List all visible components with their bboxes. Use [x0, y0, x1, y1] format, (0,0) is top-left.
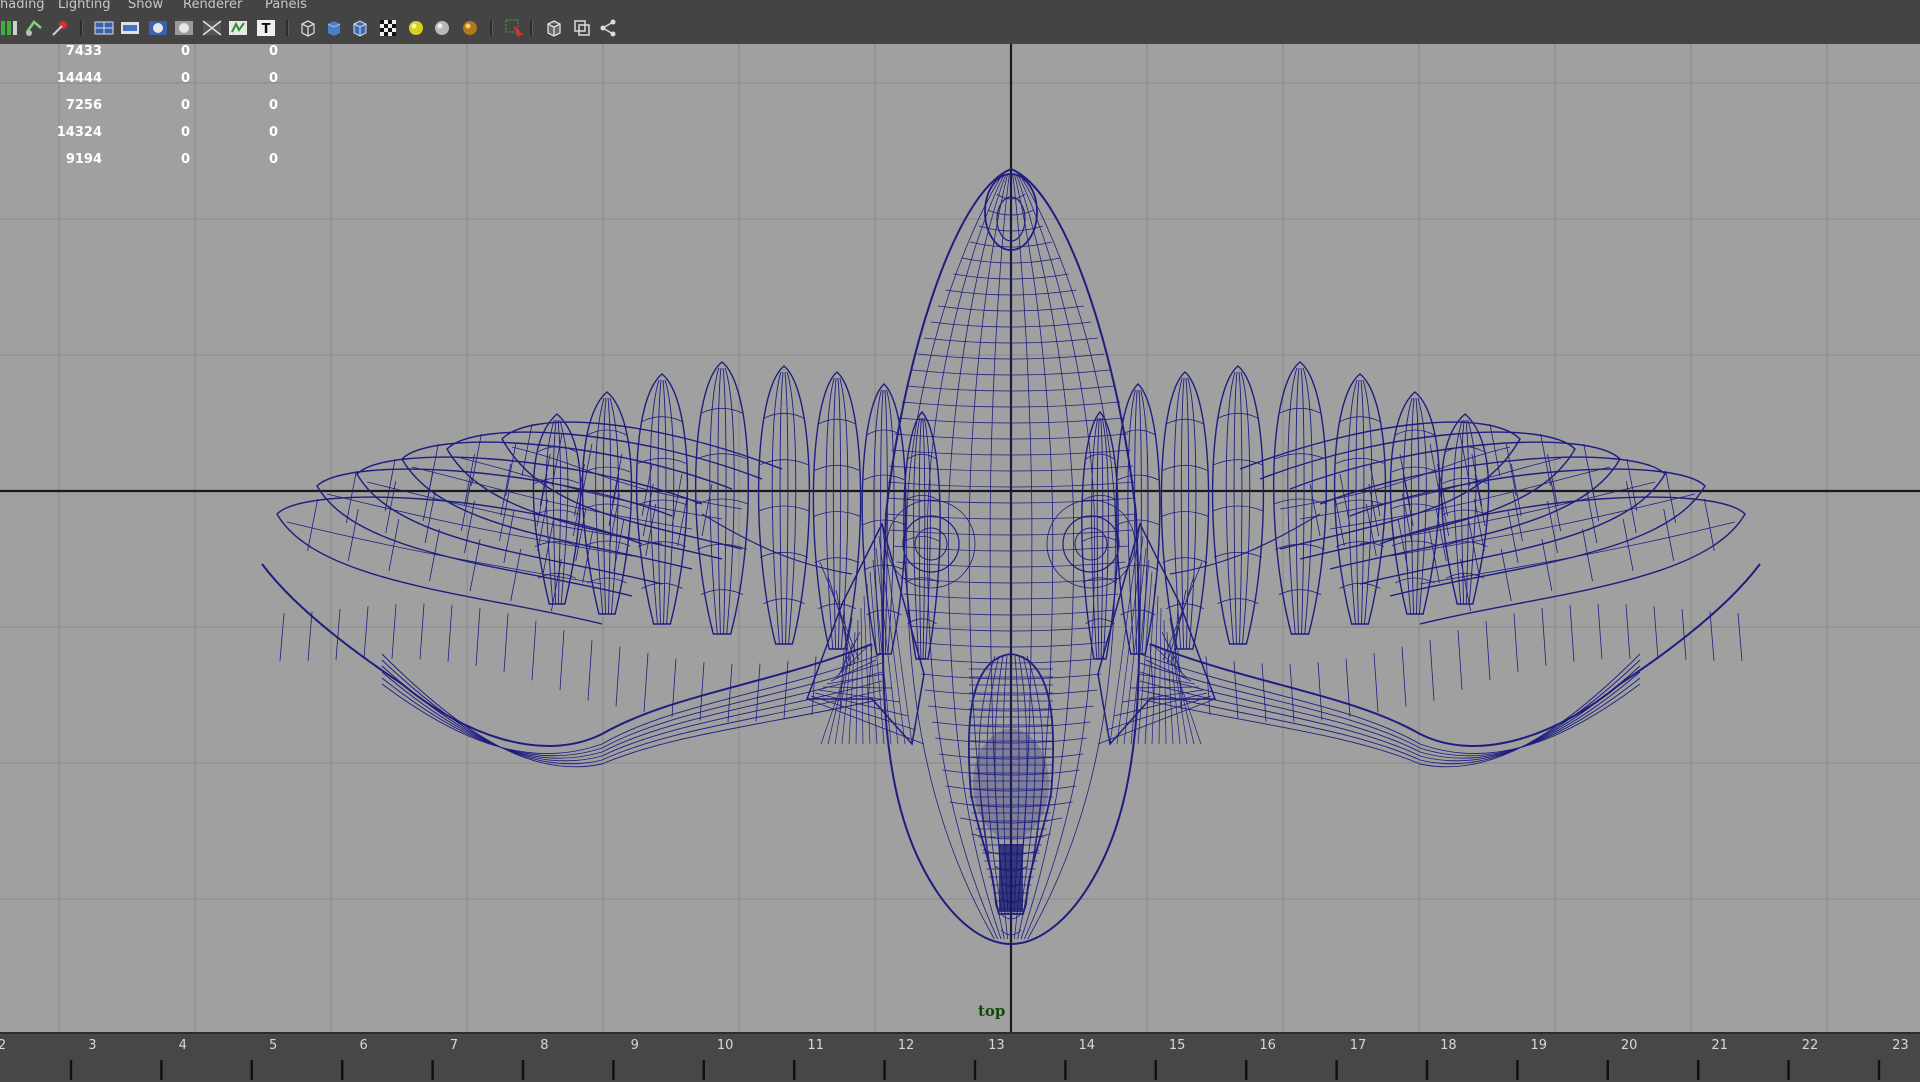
hud-value: 0 [268, 152, 278, 167]
rotate-icon[interactable] [24, 18, 44, 38]
shelf-icon[interactable] [0, 18, 20, 38]
menu-shading[interactable]: hading [0, 0, 45, 12]
svg-text:T: T [262, 22, 271, 37]
hud-value: 9194 [65, 152, 102, 167]
safe-action-icon[interactable] [228, 18, 248, 38]
field-chart-icon[interactable] [202, 18, 222, 38]
bird-wireframe[interactable] [0, 44, 1920, 1032]
time-tick-label: 19 [1530, 1038, 1548, 1053]
gate-mask-icon[interactable] [174, 18, 194, 38]
hud-value: 14444 [56, 71, 102, 86]
menu-lighting[interactable]: Lighting [58, 0, 111, 12]
time-tick-label: 6 [359, 1038, 368, 1053]
time-tick-label: 15 [1168, 1038, 1186, 1053]
camera-tool-icon[interactable] [50, 18, 70, 38]
texture-icon[interactable] [378, 18, 398, 38]
menu-show[interactable]: Show [128, 0, 163, 12]
time-tick-label: 7 [449, 1038, 459, 1053]
hud-value: 0 [180, 71, 190, 86]
time-tick-label: 23 [1892, 1038, 1909, 1053]
shadows-icon[interactable] [460, 18, 480, 38]
smooth-shade-icon[interactable] [324, 18, 344, 38]
hud-value: 0 [180, 152, 190, 167]
time-tick-label: 16 [1259, 1038, 1276, 1053]
time-tick-label: 10 [716, 1038, 734, 1053]
text-hud-icon[interactable]: T [256, 18, 276, 38]
time-tick-label: 21 [1711, 1038, 1728, 1053]
default-light-icon[interactable] [406, 18, 426, 38]
menu-panels[interactable]: Panels [265, 0, 307, 12]
hud-value: 14324 [56, 125, 102, 140]
resolution-gate-icon[interactable] [148, 18, 168, 38]
time-slider[interactable]: 234567891011121314151617181920212223 [0, 1032, 1920, 1082]
time-tick-label: 13 [988, 1038, 1005, 1053]
hud-value: 0 [268, 125, 278, 140]
time-tick-label: 18 [1440, 1038, 1457, 1053]
isolate-select-icon[interactable] [504, 18, 524, 38]
hud-value: 0 [180, 98, 190, 113]
time-tick-label: 4 [178, 1038, 187, 1053]
film-gate-icon[interactable] [120, 18, 140, 38]
viewport-top[interactable]: 7433 0 0 14444 0 0 7256 0 0 14324 0 0 91… [0, 44, 1920, 1032]
time-tick-label: 22 [1801, 1038, 1819, 1053]
grid-toggle-icon[interactable] [94, 18, 114, 38]
time-tick-label: 9 [630, 1038, 639, 1053]
time-tick-label: 17 [1349, 1038, 1367, 1053]
right-wing [1081, 361, 1761, 768]
camera-name-label: top [978, 1002, 1006, 1020]
panel-toolbar: T [0, 12, 1920, 45]
hud-value: 0 [268, 98, 278, 113]
all-lights-icon[interactable] [432, 18, 452, 38]
time-tick-label: 20 [1620, 1038, 1638, 1053]
time-tick-label: 3 [88, 1038, 97, 1053]
hud-value: 7256 [65, 98, 102, 113]
left-wing [261, 361, 941, 768]
time-tick-label: 5 [269, 1038, 278, 1053]
xray-icon[interactable] [544, 18, 564, 38]
time-tick-label: 2 [0, 1038, 6, 1053]
hud-value: 0 [180, 125, 190, 140]
joint-icon[interactable] [598, 18, 618, 38]
bird-body [881, 167, 1141, 946]
backface-icon[interactable] [572, 18, 592, 38]
time-tick-label: 14 [1078, 1038, 1096, 1053]
hud-value: 0 [180, 44, 190, 59]
wireframe-icon[interactable] [298, 18, 318, 38]
hud-value: 0 [268, 71, 278, 86]
hud-value: 0 [268, 44, 278, 59]
flat-shade-icon[interactable] [350, 18, 370, 38]
hud-value: 7433 [65, 44, 102, 59]
time-tick-label: 8 [540, 1038, 549, 1053]
time-tick-label: 11 [807, 1038, 824, 1053]
time-tick-label: 12 [897, 1038, 915, 1053]
menu-bar: hading Lighting Show Renderer Panels [0, 0, 1920, 12]
menu-renderer[interactable]: Renderer [183, 0, 242, 12]
